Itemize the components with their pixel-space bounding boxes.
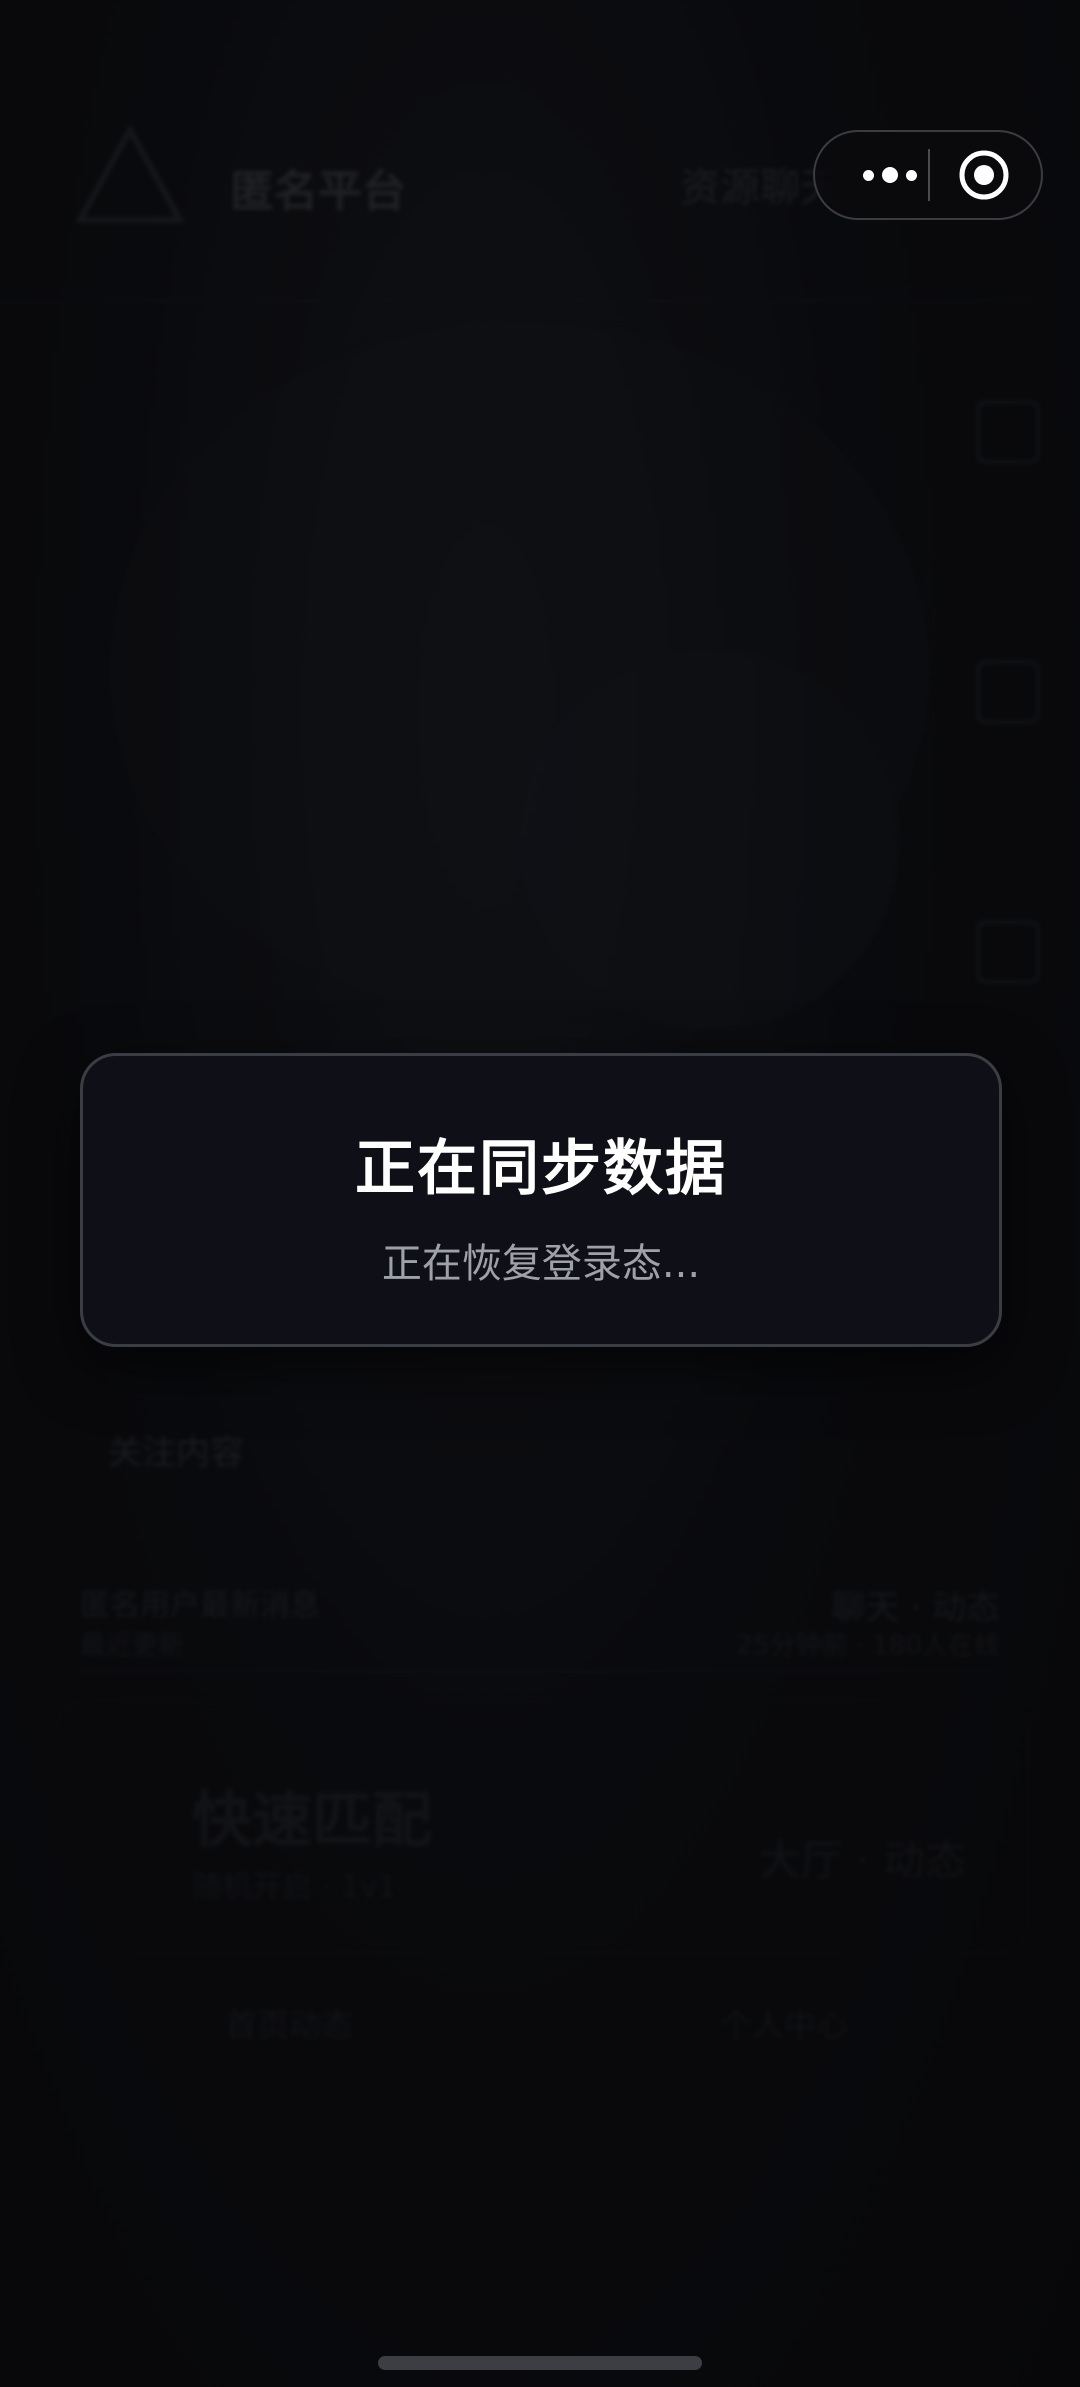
mini-program-capsule — [813, 130, 1043, 220]
screen: 匿名平台 资源聊天 关注内容 匿名用户最新消息 最近更新 聊天 · 动态 25分… — [0, 0, 1080, 2387]
modal-message: 正在恢复登录态... — [381, 1241, 701, 1287]
sync-modal: 正在同步数据 正在恢复登录态... — [80, 1053, 1002, 1347]
close-target-icon[interactable] — [957, 148, 1011, 202]
home-indicator[interactable] — [378, 2356, 702, 2370]
capsule-divider — [928, 149, 930, 201]
more-dots-icon-center — [882, 167, 898, 183]
more-dots-icon-right — [906, 169, 917, 181]
more-button[interactable] — [845, 132, 935, 218]
modal-title: 正在同步数据 — [355, 1134, 727, 1204]
more-dots-icon — [863, 169, 874, 181]
